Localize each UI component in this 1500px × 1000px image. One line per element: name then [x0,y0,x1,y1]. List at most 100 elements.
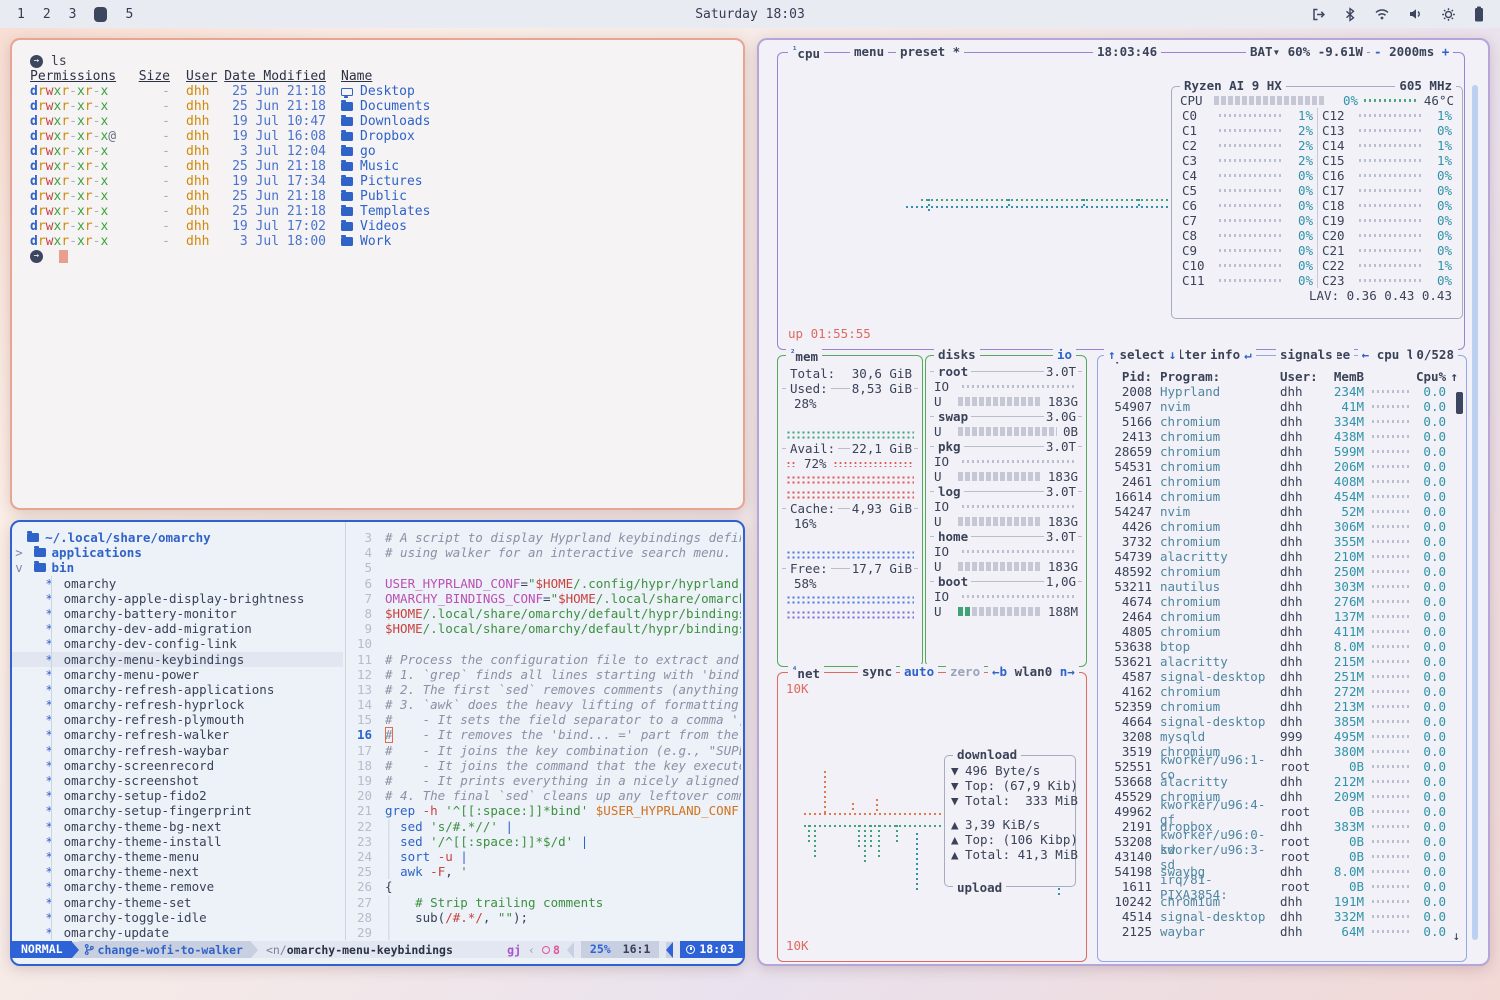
process-row[interactable]: 2413chromiumdhh438M0.0 [1106,429,1458,444]
process-row[interactable]: 2008Hyprlanddhh234M0.0 [1106,384,1458,399]
tree-item[interactable]: * omarchy-menu-keybindings [12,652,343,667]
command-text: ls [51,54,67,69]
volume-icon[interactable] [1408,7,1423,21]
process-row[interactable]: 54247nvimdhh52M0.0 [1106,504,1458,519]
process-row[interactable]: 4587signal-desktopdhh251M0.0 [1106,669,1458,684]
tree-item[interactable]: * omarchy-theme-next [12,864,343,879]
tree-item[interactable]: * omarchy-refresh-applications [12,682,343,697]
disk-usage-row: U183G [934,514,1078,529]
process-row[interactable]: 5166chromiumdhh334M0.0 [1106,414,1458,429]
cpu-core-row: C160% [1318,168,1456,183]
tree-item[interactable]: * omarchy-setup-fido2 [12,788,343,803]
process-row[interactable]: 4426chromiumdhh306M0.0 [1106,519,1458,534]
editor-window[interactable]: ~/.local/share/omarchy> applicationsv bi… [10,520,745,966]
terminal-window[interactable]: → ls PermissionsSizeUserDate ModifiedNam… [10,38,745,510]
net-sync-toggle[interactable]: sync [858,664,896,679]
tree-item[interactable]: * omarchy-theme-bg-next [12,819,343,834]
tree-item[interactable]: * omarchy-battery-monitor [12,606,343,621]
bluetooth-icon[interactable] [1344,7,1356,22]
process-row[interactable]: 53211nautilusdhh303M0.0 [1106,579,1458,594]
preset-button[interactable]: preset * [896,44,964,59]
process-row[interactable]: 53668alacrittydhh212M0.0 [1106,774,1458,789]
process-row[interactable]: 4805chromiumdhh411M0.0 [1106,624,1458,639]
tree-item[interactable]: * omarchy-toggle-idle [12,910,343,925]
process-table-header[interactable]: Pid: Program: User: MemB Cpu% ↑ [1098,369,1466,384]
code-line: 29│ [346,925,741,940]
tree-item[interactable]: * omarchy [12,576,343,591]
file-tree[interactable]: ~/.local/share/omarchy> applicationsv bi… [12,530,343,940]
process-row[interactable]: 53621alacrittydhh215M0.0 [1106,654,1458,669]
proc-scroll-down-icon[interactable]: ↓ [1452,928,1460,943]
process-row[interactable]: 54907nvimdhh41M0.0 [1106,399,1458,414]
process-row[interactable]: 28659chromiumdhh599M0.0 [1106,444,1458,459]
code-line: 14# 3. `awk` does the heavy lifting of f… [346,697,741,712]
code-line: 23│ sed '/^[[:space:]]*$/d' | [346,834,741,849]
net-interface-switcher[interactable]: ←b wlan0 n→ [988,664,1079,679]
net-zero-toggle[interactable]: zero [946,664,984,679]
settings-gear-icon[interactable] [1441,7,1456,22]
refresh-interval[interactable]: - 2000ms + [1370,44,1453,59]
tree-item[interactable]: * omarchy-dev-add-migration [12,621,343,636]
tree-item[interactable]: > applications [12,545,343,560]
file-row: drwxr-xr-x-dhh25 Jun 21:18Desktop [30,84,743,99]
system-monitor-window[interactable]: ¹cpu menu preset * 18:03:46 BAT▾ 60% -9.… [757,38,1490,966]
powerline-separator [251,942,258,958]
process-row[interactable]: 3208mysqld999495M0.0 [1106,729,1458,744]
process-row[interactable]: 52551kworker/u96:1-coroot0B0.0 [1106,759,1458,774]
process-row[interactable]: 54739alacrittydhh210M0.0 [1106,549,1458,564]
tree-item[interactable]: * omarchy-theme-install [12,834,343,849]
process-row[interactable]: 2461chromiumdhh408M0.0 [1106,474,1458,489]
process-row[interactable]: 1611irq/81-PIXA3854:root0B0.0 [1106,879,1458,894]
code-buffer[interactable]: 3# A script to display Hyprland keybindi… [346,530,741,940]
tree-item[interactable]: * omarchy-refresh-plymouth [12,712,343,727]
process-row[interactable]: 54531chromiumdhh206M0.0 [1106,459,1458,474]
tab-net[interactable]: ⁴net [788,664,824,681]
process-row[interactable]: 52359chromiumdhh213M0.0 [1106,699,1458,714]
process-row[interactable]: 43140kworker/u96:3-sdroot0B0.0 [1106,849,1458,864]
process-row[interactable]: 49962kworker/u96:4-gfroot0B0.0 [1106,804,1458,819]
tree-item[interactable]: * omarchy-apple-display-brightness [12,591,343,606]
tree-item[interactable]: * omarchy-update [12,925,343,940]
tree-item[interactable]: * omarchy-screenrecord [12,758,343,773]
monitor-time: 18:03:46 [1093,44,1161,59]
proc-scrollbar-thumb[interactable] [1456,392,1463,414]
menu-button[interactable]: menu [850,44,888,59]
process-row[interactable]: 3732chromiumdhh355M0.0 [1106,534,1458,549]
tree-item[interactable]: * omarchy-theme-menu [12,849,343,864]
tree-item[interactable]: * omarchy-dev-config-link [12,636,343,651]
process-row[interactable]: 2464chromiumdhh137M0.0 [1106,609,1458,624]
tree-item[interactable]: ~/.local/share/omarchy [12,530,343,545]
tree-item[interactable]: * omarchy-refresh-hyprlock [12,697,343,712]
process-row[interactable]: 4664signal-desktopdhh385M0.0 [1106,714,1458,729]
process-row[interactable]: 10242chromiumdhh191M0.0 [1106,894,1458,909]
position-segment: 25% 16:1 [581,941,659,958]
tree-item[interactable]: * omarchy-refresh-walker [12,727,343,742]
process-row[interactable]: 4162chromiumdhh272M0.0 [1106,684,1458,699]
battery-icon[interactable] [1474,6,1484,22]
tab-disks[interactable]: disks [934,347,980,362]
cpu-core-row: C60% [1178,198,1317,213]
tree-item[interactable]: * omarchy-menu-power [12,667,343,682]
tree-item[interactable]: * omarchy-theme-set [12,895,343,910]
process-row[interactable]: 53638btopdhh8.0M0.0 [1106,639,1458,654]
logout-icon[interactable] [1310,7,1326,22]
tab-mem[interactable]: ²mem [786,347,822,364]
tree-item[interactable]: * omarchy-screenshot [12,773,343,788]
process-row[interactable]: 4514signal-desktopdhh332M0.0 [1106,909,1458,924]
tab-io[interactable]: io [1053,347,1076,362]
tree-item[interactable]: v bin [12,560,343,575]
top-bar: 1235 Saturday 18:03 [0,0,1500,28]
tab-cpu[interactable]: ¹cpu [788,44,824,61]
plugin-count: 8 [542,943,560,957]
window-scrollbar[interactable] [1472,85,1478,940]
tree-item[interactable]: * omarchy-setup-fingerprint [12,803,343,818]
process-row[interactable]: 48592chromiumdhh250M0.0 [1106,564,1458,579]
process-row[interactable]: 4674chromiumdhh276M0.0 [1106,594,1458,609]
process-row[interactable]: 2125waybardhh64M0.0 [1106,924,1458,939]
tree-item[interactable]: * omarchy-refresh-waybar [12,743,343,758]
tree-item[interactable]: * omarchy-theme-remove [12,879,343,894]
net-auto-toggle[interactable]: auto [900,664,938,679]
process-row[interactable]: 16614chromiumdhh454M0.0 [1106,489,1458,504]
clock: Saturday 18:03 [0,7,1500,22]
wifi-icon[interactable] [1374,7,1390,21]
